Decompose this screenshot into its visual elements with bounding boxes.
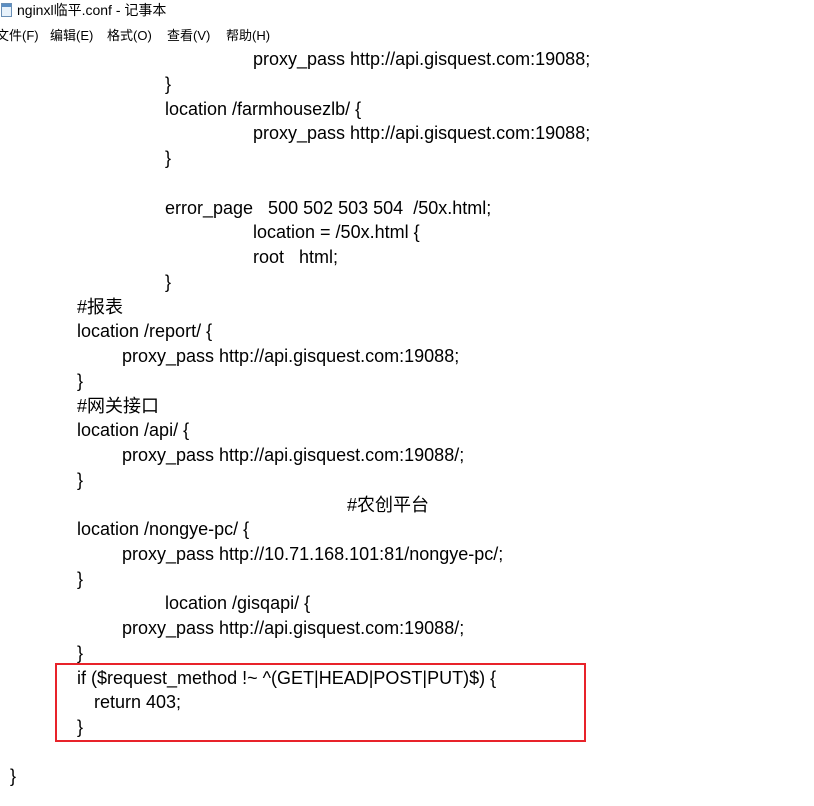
code-line: } bbox=[77, 569, 84, 589]
code-line: proxy_pass http://api.gisquest.com:19088… bbox=[122, 618, 465, 638]
notepad-icon bbox=[1, 3, 12, 17]
code-line: error_page 500 502 503 504 /50x.html; bbox=[165, 198, 492, 218]
code-line: location /api/ { bbox=[77, 420, 190, 440]
code-line: location = /50x.html { bbox=[253, 222, 420, 242]
menu-edit[interactable]: 编辑(E) bbox=[50, 28, 93, 43]
title-bar: nginxl临平.conf - 记事本 bbox=[0, 0, 814, 22]
code-line: proxy_pass http://api.gisquest.com:19088… bbox=[253, 49, 591, 69]
code-line: proxy_pass http://api.gisquest.com:19088… bbox=[122, 346, 460, 366]
menu-view[interactable]: 查看(V) bbox=[167, 28, 210, 43]
code-line: location /nongye-pc/ { bbox=[77, 519, 250, 539]
code-line: } bbox=[165, 74, 172, 94]
window-title: nginxl临平.conf - 记事本 bbox=[17, 2, 167, 18]
code-line: proxy_pass http://api.gisquest.com:19088… bbox=[122, 445, 465, 465]
menu-format[interactable]: 格式(O) bbox=[107, 28, 152, 43]
code-line: #网关接口 bbox=[77, 396, 160, 416]
menu-file[interactable]: 文件(F) bbox=[0, 28, 39, 43]
code-line: root html; bbox=[253, 247, 339, 267]
menu-bar: 文件(F) 编辑(E) 格式(O) 查看(V) 帮助(H) bbox=[0, 25, 814, 46]
code-line: proxy_pass http://api.gisquest.com:19088… bbox=[253, 123, 591, 143]
code-line: proxy_pass http://10.71.168.101:81/nongy… bbox=[122, 544, 504, 564]
code-line: location /farmhousezlb/ { bbox=[165, 99, 362, 119]
code-line: } bbox=[77, 643, 84, 663]
highlight-box bbox=[55, 663, 586, 742]
code-line: } bbox=[77, 371, 84, 391]
code-line: location /report/ { bbox=[77, 321, 213, 341]
code-line: } bbox=[165, 148, 172, 168]
code-line: } bbox=[165, 272, 172, 292]
code-line: } bbox=[77, 470, 84, 490]
code-line: location /gisqapi/ { bbox=[165, 593, 311, 613]
code-line: #报表 bbox=[77, 297, 124, 317]
menu-help[interactable]: 帮助(H) bbox=[226, 28, 270, 43]
code-line: #农创平台 bbox=[347, 495, 430, 515]
code-line: } bbox=[10, 766, 17, 786]
text-editor[interactable]: proxy_pass http://api.gisquest.com:19088… bbox=[0, 46, 814, 806]
